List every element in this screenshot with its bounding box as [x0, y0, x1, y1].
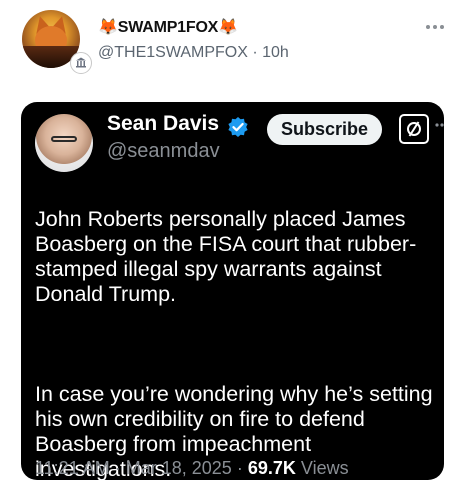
- separator-dot: ·: [114, 458, 121, 478]
- more-horizontal-icon[interactable]: [425, 14, 445, 35]
- embedded-more-icon: [435, 112, 444, 133]
- tweet-meta: 11:21 AM · Mar 18, 2025 · 69.7K Views: [35, 458, 349, 479]
- embedded-author-avatar: [35, 114, 93, 172]
- glasses-shape: [51, 136, 77, 142]
- verified-checkmark-icon: [227, 116, 249, 143]
- tweet-paragraph-1: John Roberts personally placed James Boa…: [35, 207, 417, 306]
- tweet-date: Mar 18, 2025: [125, 458, 232, 478]
- grok-slash-icon: [399, 114, 429, 144]
- next-content-cutoff: [22, 494, 445, 500]
- views-count: 69.7K: [247, 458, 296, 478]
- views-label: Views: [300, 458, 349, 478]
- embedded-tweet-text: John Roberts personally placed James Boa…: [35, 182, 435, 480]
- post-time-ago[interactable]: 10h: [262, 44, 289, 61]
- author-name[interactable]: 🦊SWAMP1FOX🦊: [98, 17, 238, 37]
- post-page: 🦊SWAMP1FOX🦊 @THE1SWAMPFOX · 10h Sean Dav…: [0, 0, 467, 500]
- embedded-author-name: Sean Davis: [107, 112, 220, 135]
- subscribe-button: Subscribe: [267, 114, 383, 145]
- embedded-tweet-image[interactable]: Sean Davis @seanmdav Subscribe John Robe…: [21, 102, 444, 480]
- government-badge-icon: [70, 52, 92, 74]
- author-handle[interactable]: @THE1SWAMPFOX: [98, 44, 248, 61]
- separator-dot: ·: [236, 458, 243, 478]
- tweet-time: 11:21 AM: [35, 458, 110, 478]
- author-handle-time: @THE1SWAMPFOX · 10h: [98, 44, 289, 62]
- embedded-author-handle: @seanmdav: [107, 140, 220, 162]
- separator-dot: ·: [252, 44, 258, 61]
